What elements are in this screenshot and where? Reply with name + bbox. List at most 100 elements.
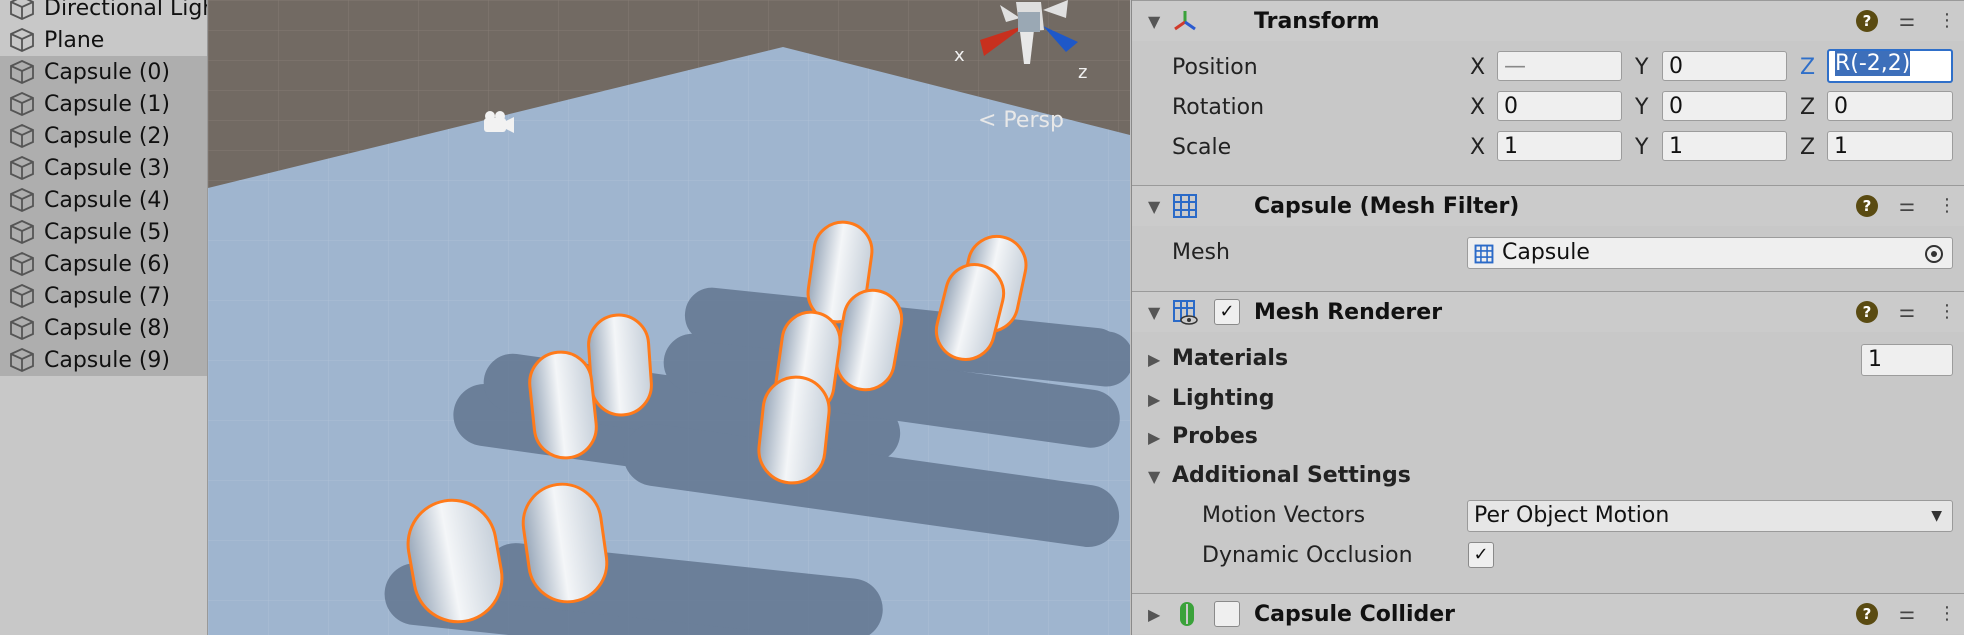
- mesh-object-field[interactable]: Capsule: [1467, 237, 1953, 269]
- object-picker-icon[interactable]: [1923, 243, 1945, 265]
- hierarchy-item[interactable]: Plane: [0, 24, 207, 56]
- hierarchy-item[interactable]: Capsule (4): [0, 184, 207, 216]
- capsule-collider-header[interactable]: ▶ Capsule Collider ? ⚌ ⋮: [1132, 593, 1964, 634]
- presets-icon[interactable]: ⚌: [1896, 301, 1918, 323]
- help-icon[interactable]: ?: [1856, 10, 1878, 32]
- gameobject-cube-icon: [10, 252, 34, 276]
- motion-vectors-value: Per Object Motion: [1474, 503, 1670, 528]
- hierarchy-item-label: Capsule (6): [44, 251, 171, 277]
- hierarchy-item[interactable]: Capsule (3): [0, 152, 207, 184]
- transform-icon: [1174, 11, 1196, 31]
- position-y-axis[interactable]: Y: [1635, 55, 1648, 80]
- collapse-icon[interactable]: ▼: [1148, 467, 1172, 486]
- help-icon[interactable]: ?: [1856, 301, 1878, 323]
- more-options-icon[interactable]: ⋮: [1936, 603, 1958, 625]
- position-z-value: R(-2,2): [1835, 51, 1911, 76]
- position-z-field[interactable]: R(-2,2): [1827, 49, 1953, 83]
- mesh-filter-header[interactable]: ▼ Capsule (Mesh Filter) ? ⚌ ⋮: [1132, 185, 1964, 226]
- more-options-icon[interactable]: ⋮: [1936, 301, 1958, 323]
- hierarchy-item-label: Capsule (0): [44, 59, 171, 85]
- dynamic-occlusion-checkbox[interactable]: ✓: [1468, 542, 1494, 568]
- probes-foldout[interactable]: ▶ Probes: [1148, 424, 1258, 449]
- rotation-x-field[interactable]: 0: [1497, 91, 1622, 121]
- hierarchy-item[interactable]: Capsule (1): [0, 88, 207, 120]
- position-label: Position: [1172, 55, 1258, 80]
- gameobject-cube-icon: [10, 92, 34, 116]
- gizmo-x-label: x: [954, 45, 965, 66]
- mesh-renderer-header[interactable]: ▼ ✓ Mesh Renderer ? ⚌ ⋮: [1132, 291, 1964, 332]
- projection-toggle[interactable]: < Persp: [978, 108, 1064, 133]
- scale-z-field[interactable]: 1: [1827, 131, 1953, 161]
- hierarchy-item[interactable]: Capsule (2): [0, 120, 207, 152]
- presets-icon[interactable]: ⚌: [1896, 603, 1918, 625]
- position-x-field[interactable]: —: [1497, 51, 1622, 81]
- mesh-renderer-title: Mesh Renderer: [1254, 299, 1443, 325]
- position-z-axis[interactable]: Z: [1800, 55, 1815, 80]
- motion-vectors-dropdown[interactable]: Per Object Motion ▼: [1467, 500, 1953, 532]
- rotation-x-axis[interactable]: X: [1470, 95, 1485, 120]
- collapse-icon[interactable]: ▼: [1148, 197, 1160, 216]
- mesh-renderer-enabled-checkbox[interactable]: ✓: [1214, 299, 1240, 325]
- position-x-axis[interactable]: X: [1470, 55, 1485, 80]
- hierarchy-item[interactable]: Capsule (8): [0, 312, 207, 344]
- scale-label: Scale: [1172, 135, 1232, 160]
- motion-vectors-label: Motion Vectors: [1202, 503, 1366, 528]
- gameobject-cube-icon: [10, 220, 34, 244]
- more-options-icon[interactable]: ⋮: [1936, 195, 1958, 217]
- scale-x-field[interactable]: 1: [1497, 131, 1622, 161]
- additional-settings-foldout[interactable]: ▼ Additional Settings: [1148, 463, 1411, 488]
- probes-label: Probes: [1172, 424, 1258, 449]
- rotation-z-axis[interactable]: Z: [1800, 95, 1815, 120]
- hierarchy-item-label: Capsule (2): [44, 123, 171, 149]
- chevron-down-icon: ▼: [1931, 508, 1942, 524]
- expand-icon[interactable]: ▶: [1148, 350, 1172, 369]
- gameobject-cube-icon: [10, 156, 34, 180]
- hierarchy-item[interactable]: Directional Light: [0, 0, 207, 24]
- capsule-collider-enabled-checkbox[interactable]: [1214, 601, 1240, 627]
- capsule-collider-icon: [1180, 602, 1194, 626]
- gameobject-cube-icon: [10, 348, 34, 372]
- hierarchy-item-label: Capsule (1): [44, 91, 171, 117]
- collapse-icon[interactable]: ▼: [1148, 12, 1160, 31]
- materials-foldout[interactable]: ▶ Materials: [1148, 346, 1288, 371]
- hierarchy-item[interactable]: Capsule (7): [0, 280, 207, 312]
- position-y-field[interactable]: 0: [1662, 51, 1787, 81]
- rotation-y-field[interactable]: 0: [1662, 91, 1787, 121]
- gameobject-cube-icon: [10, 124, 34, 148]
- lighting-foldout[interactable]: ▶ Lighting: [1148, 386, 1274, 411]
- materials-count-field[interactable]: 1: [1861, 344, 1953, 376]
- mesh-label: Mesh: [1172, 240, 1230, 265]
- mesh-value: Capsule: [1502, 240, 1590, 265]
- gameobject-cube-icon: [10, 28, 34, 52]
- presets-icon[interactable]: ⚌: [1896, 10, 1918, 32]
- rotation-y-axis[interactable]: Y: [1635, 95, 1648, 120]
- gameobject-cube-icon: [10, 0, 34, 20]
- hierarchy-panel: Directional Light Plane Capsule (0) Capsule…: [0, 0, 208, 635]
- collapse-icon[interactable]: ▼: [1148, 303, 1160, 322]
- scale-z-axis[interactable]: Z: [1800, 135, 1815, 160]
- help-icon[interactable]: ?: [1856, 603, 1878, 625]
- gameobject-cube-icon: [10, 188, 34, 212]
- scene-canvas[interactable]: x z: [208, 0, 1130, 635]
- transform-header[interactable]: ▼ Transform ? ⚌ ⋮: [1132, 0, 1964, 41]
- hierarchy-item-label: Capsule (3): [44, 155, 171, 181]
- hierarchy-item[interactable]: Capsule (6): [0, 248, 207, 280]
- scale-x-axis[interactable]: X: [1470, 135, 1485, 160]
- rotation-z-field[interactable]: 0: [1827, 91, 1953, 121]
- hierarchy-item[interactable]: Capsule (0): [0, 56, 207, 88]
- scene-view[interactable]: x z < Persp: [208, 0, 1130, 635]
- expand-icon[interactable]: ▶: [1148, 428, 1172, 447]
- help-icon[interactable]: ?: [1856, 195, 1878, 217]
- additional-settings-label: Additional Settings: [1172, 463, 1411, 488]
- expand-icon[interactable]: ▶: [1148, 390, 1172, 409]
- hierarchy-item[interactable]: Capsule (9): [0, 344, 207, 376]
- hierarchy-item[interactable]: Capsule (5): [0, 216, 207, 248]
- presets-icon[interactable]: ⚌: [1896, 195, 1918, 217]
- more-options-icon[interactable]: ⋮: [1936, 10, 1958, 32]
- expand-icon[interactable]: ▶: [1148, 605, 1160, 624]
- scale-y-field[interactable]: 1: [1662, 131, 1787, 161]
- materials-label: Materials: [1172, 346, 1289, 371]
- rotation-label: Rotation: [1172, 95, 1265, 120]
- gameobject-cube-icon: [10, 284, 34, 308]
- scale-y-axis[interactable]: Y: [1635, 135, 1648, 160]
